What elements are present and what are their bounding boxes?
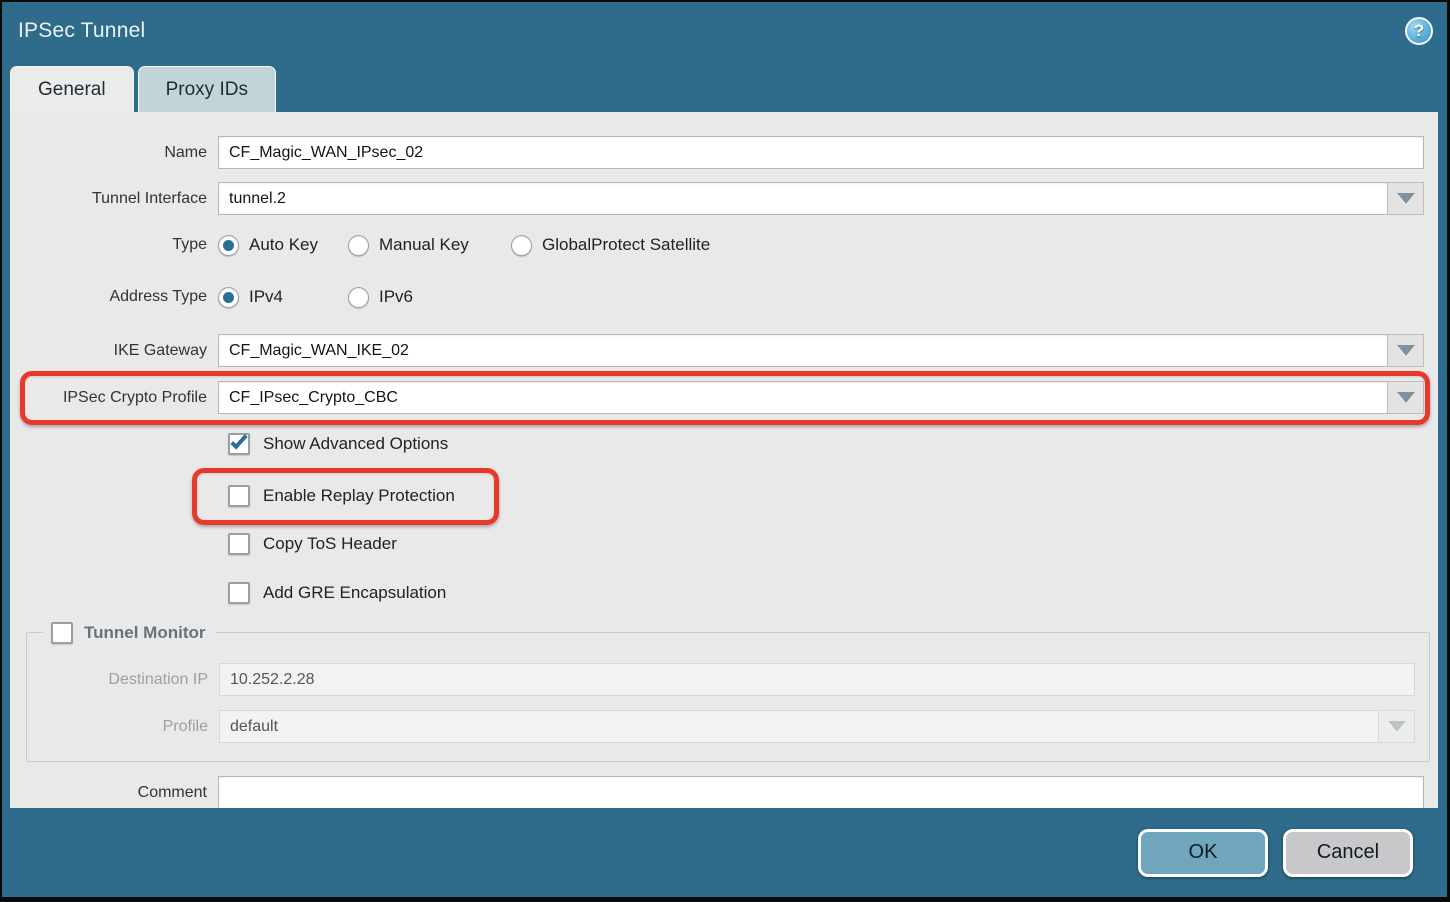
chevron-down-icon — [1388, 721, 1406, 732]
type-row: Type Auto Key Manual Key GlobalProtect S… — [20, 232, 1424, 258]
ipsec-tunnel-dialog: IPSec Tunnel ? General Proxy IDs Name Tu… — [0, 0, 1450, 902]
radio-option-manual-key: Manual Key — [348, 235, 511, 256]
ike-gateway-dropdown-button[interactable] — [1387, 334, 1424, 367]
radio-ipv6[interactable] — [348, 287, 369, 308]
help-icon-glyph: ? — [1414, 21, 1424, 41]
tab-general[interactable]: General — [10, 66, 134, 112]
add-gre-encapsulation-row: Add GRE Encapsulation — [20, 579, 1424, 607]
enable-replay-protection-row: Enable Replay Protection — [20, 482, 1424, 510]
ok-button[interactable]: OK — [1138, 829, 1268, 877]
chevron-down-icon — [1397, 392, 1415, 403]
radio-option-auto-key: Auto Key — [218, 235, 348, 256]
tunnel-interface-input[interactable] — [218, 182, 1388, 215]
radio-ipv4-label: IPv4 — [249, 287, 283, 307]
radio-manual-key[interactable] — [348, 235, 369, 256]
name-row: Name — [20, 136, 1424, 169]
radio-option-globalprotect-satellite: GlobalProtect Satellite — [511, 235, 710, 256]
ike-gateway-combo — [218, 334, 1424, 367]
tunnel-interface-dropdown-button[interactable] — [1387, 182, 1424, 215]
tunnel-interface-combo — [218, 182, 1424, 215]
copy-tos-header-checkbox[interactable] — [228, 533, 250, 555]
radio-option-ipv6: IPv6 — [348, 287, 413, 308]
profile-row: Profile — [27, 710, 1415, 743]
tunnel-interface-label: Tunnel Interface — [20, 190, 218, 208]
radio-globalprotect-satellite-label: GlobalProtect Satellite — [542, 235, 710, 255]
profile-combo — [219, 710, 1415, 743]
tab-proxy-ids[interactable]: Proxy IDs — [138, 66, 276, 112]
tab-strip: General Proxy IDs — [2, 60, 1447, 112]
ike-gateway-row: IKE Gateway — [20, 334, 1424, 367]
show-advanced-options-label: Show Advanced Options — [263, 434, 448, 454]
copy-tos-header-row: Copy ToS Header — [20, 530, 1424, 558]
radio-manual-key-label: Manual Key — [379, 235, 469, 255]
name-input[interactable] — [218, 136, 1424, 169]
radio-ipv6-label: IPv6 — [379, 287, 413, 307]
destination-ip-input — [219, 663, 1415, 696]
profile-dropdown-button — [1378, 710, 1415, 743]
comment-input[interactable] — [218, 776, 1424, 808]
ike-gateway-label: IKE Gateway — [20, 342, 218, 360]
dialog-footer: OK Cancel — [2, 808, 1447, 897]
chevron-down-icon — [1397, 345, 1415, 356]
enable-replay-protection-checkbox[interactable] — [228, 485, 250, 507]
type-label: Type — [20, 236, 218, 254]
tunnel-monitor-section: Tunnel Monitor Destination IP Profile — [26, 632, 1430, 762]
ipsec-crypto-profile-row: IPSec Crypto Profile — [20, 381, 1424, 414]
destination-ip-label: Destination IP — [27, 671, 219, 689]
tunnel-interface-row: Tunnel Interface — [20, 182, 1424, 215]
general-tab-panel: Name Tunnel Interface Type Auto Key Manu… — [10, 112, 1438, 808]
add-gre-encapsulation-label: Add GRE Encapsulation — [263, 583, 446, 603]
profile-input — [219, 710, 1379, 743]
radio-globalprotect-satellite[interactable] — [511, 235, 532, 256]
ike-gateway-input[interactable] — [218, 334, 1388, 367]
add-gre-encapsulation-checkbox[interactable] — [228, 582, 250, 604]
profile-label: Profile — [27, 718, 219, 736]
ipsec-crypto-profile-combo — [218, 381, 1424, 414]
tunnel-monitor-label: Tunnel Monitor — [84, 623, 206, 643]
chevron-down-icon — [1397, 193, 1415, 204]
address-type-label: Address Type — [20, 288, 218, 306]
ipsec-crypto-profile-dropdown-button[interactable] — [1387, 381, 1424, 414]
radio-auto-key-label: Auto Key — [249, 235, 318, 255]
show-advanced-options-row: Show Advanced Options — [20, 430, 1424, 458]
radio-option-ipv4: IPv4 — [218, 287, 348, 308]
help-icon[interactable]: ? — [1405, 17, 1433, 45]
show-advanced-options-checkbox[interactable] — [228, 433, 250, 455]
comment-row: Comment — [20, 776, 1424, 808]
copy-tos-header-label: Copy ToS Header — [263, 534, 397, 554]
ipsec-crypto-profile-input[interactable] — [218, 381, 1388, 414]
address-type-row: Address Type IPv4 IPv6 — [20, 284, 1424, 310]
cancel-button[interactable]: Cancel — [1283, 829, 1413, 877]
checkmark-icon — [230, 432, 247, 450]
destination-ip-row: Destination IP — [27, 663, 1415, 696]
tunnel-monitor-legend: Tunnel Monitor — [43, 618, 216, 648]
radio-ipv4[interactable] — [218, 287, 239, 308]
title-bar: IPSec Tunnel ? — [2, 2, 1447, 60]
dialog-title: IPSec Tunnel — [18, 19, 145, 43]
name-label: Name — [20, 144, 218, 162]
radio-auto-key[interactable] — [218, 235, 239, 256]
comment-label: Comment — [20, 784, 218, 802]
tunnel-monitor-checkbox[interactable] — [51, 622, 73, 644]
ipsec-crypto-profile-label: IPSec Crypto Profile — [20, 389, 218, 407]
enable-replay-protection-label: Enable Replay Protection — [263, 486, 455, 506]
